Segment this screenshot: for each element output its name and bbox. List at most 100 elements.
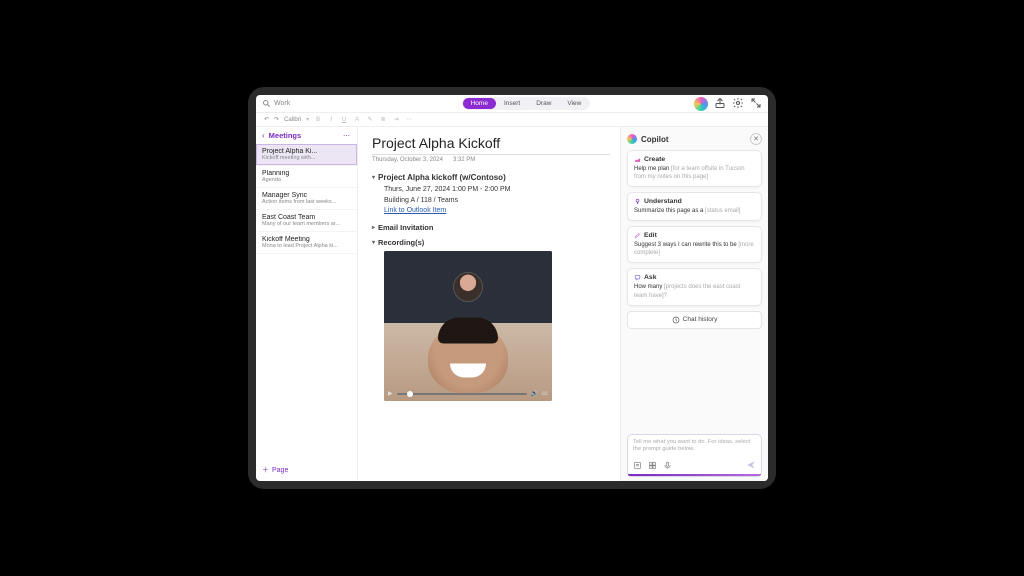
prompt-card-create[interactable]: Create Help me plan [for a team offsite … — [627, 150, 762, 187]
plus-icon: ＋ — [262, 465, 269, 475]
participant-face — [428, 323, 508, 393]
recording-tile-top — [384, 251, 552, 323]
page-item-sub: Many of our team members ar... — [262, 221, 351, 227]
playback-controls[interactable]: ▶ 🔊 cc — [388, 389, 548, 399]
underline-icon[interactable]: U — [340, 117, 348, 123]
redo-icon[interactable]: ↷ — [274, 116, 279, 123]
top-actions — [694, 97, 762, 111]
section-title[interactable]: Meetings — [269, 131, 302, 140]
search-box[interactable]: Work — [262, 99, 358, 108]
add-content-icon[interactable] — [648, 461, 657, 472]
font-picker[interactable]: Calibri — [284, 117, 301, 123]
meeting-when: Thurs, June 27, 2024 1:00 PM - 2:00 PM — [384, 185, 610, 196]
bullets-icon[interactable]: ≣ — [379, 116, 387, 123]
chevron-right-icon[interactable]: ▸ — [372, 224, 375, 231]
cc-icon[interactable]: cc — [542, 391, 548, 397]
card-text: Suggest 3 ways I can rewrite this to be — [634, 242, 738, 248]
recording-embed[interactable]: ▶ 🔊 cc — [384, 251, 552, 401]
card-head: Create — [644, 156, 665, 163]
seek-bar[interactable] — [397, 393, 527, 395]
more-format-icon[interactable]: ⋯ — [405, 116, 413, 123]
copilot-launch-icon[interactable] — [694, 97, 708, 111]
prompt-card-understand[interactable]: Understand Summarize this page as a [sta… — [627, 192, 762, 221]
mic-icon[interactable] — [663, 461, 672, 472]
participant-avatar — [453, 272, 483, 302]
note-canvas[interactable]: Project Alpha Kickoff Thursday, October … — [358, 127, 620, 481]
page-date: Thursday, October 3, 2024 — [372, 157, 443, 163]
fullscreen-icon[interactable] — [750, 97, 762, 109]
add-page-label: Page — [272, 467, 288, 474]
page-item-title: Planning — [262, 170, 351, 177]
prompt-card-ask[interactable]: Ask How many [projects does the east coa… — [627, 268, 762, 305]
settings-icon[interactable] — [732, 97, 744, 109]
font-color-icon[interactable]: A — [353, 117, 361, 123]
page-list: Project Alpha Ki... Kickoff meeting with… — [256, 144, 357, 459]
outlook-link[interactable]: Link to Outlook Item — [384, 207, 446, 214]
prompt-card-edit[interactable]: Edit Suggest 3 ways I can rewrite this t… — [627, 226, 762, 263]
page-item[interactable]: East Coast Team Many of our team members… — [256, 210, 357, 232]
tab-draw[interactable]: Draw — [528, 98, 559, 109]
page-item-title: Kickoff Meeting — [262, 236, 351, 243]
prompt-guide-icon[interactable] — [633, 461, 642, 472]
undo-icon[interactable]: ↶ — [264, 116, 269, 123]
send-icon[interactable] — [746, 460, 756, 472]
chevron-down-icon[interactable]: ▾ — [306, 116, 309, 123]
email-invitation-heading[interactable]: Email Invitation — [378, 223, 433, 232]
tab-view[interactable]: View — [559, 98, 589, 109]
page-item-sub: Mona to lead Project Alpha ki... — [262, 243, 351, 249]
add-page-button[interactable]: ＋ Page — [256, 459, 357, 481]
tablet-frame: Work Home Insert Draw View ↶ ↷ Calibri ▾… — [248, 87, 776, 489]
copilot-panel: Copilot ✕ Create Help me plan [for a tea… — [620, 127, 768, 481]
bold-icon[interactable]: B — [314, 117, 322, 123]
card-head: Edit — [644, 232, 657, 239]
ribbon-tabs: Home Insert Draw View — [462, 97, 591, 110]
page-item[interactable]: Planning Agenda — [256, 166, 357, 188]
topbar: Work Home Insert Draw View — [256, 95, 768, 113]
close-icon[interactable]: ✕ — [750, 133, 762, 145]
tab-insert[interactable]: Insert — [496, 98, 528, 109]
play-icon[interactable]: ▶ — [388, 390, 393, 397]
copilot-title: Copilot — [641, 135, 669, 144]
meeting-heading[interactable]: Project Alpha kickoff (w/Contoso) — [378, 173, 506, 182]
back-icon[interactable]: ‹ — [262, 131, 265, 140]
copilot-placeholder: Tell me what you want to do. For ideas, … — [633, 439, 756, 454]
volume-icon[interactable]: 🔊 — [531, 390, 538, 397]
page-time: 3:32 PM — [453, 157, 475, 163]
chevron-down-icon[interactable]: ▾ — [372, 174, 375, 181]
chat-history-label: Chat history — [683, 316, 718, 323]
recordings-heading[interactable]: Recording(s) — [378, 238, 424, 247]
page-item[interactable]: Manager Sync Action items from last week… — [256, 188, 357, 210]
notebook-sidebar: ‹ Meetings ⋯ Project Alpha Ki... Kickoff… — [256, 127, 358, 481]
search-placeholder: Work — [274, 100, 290, 107]
chat-history-button[interactable]: Chat history — [627, 311, 762, 329]
search-icon — [262, 99, 271, 108]
share-icon[interactable] — [714, 97, 726, 109]
tab-home[interactable]: Home — [463, 98, 496, 109]
page-item-sub: Action items from last weeks... — [262, 199, 351, 205]
copilot-input[interactable]: Tell me what you want to do. For ideas, … — [627, 434, 762, 477]
card-text: How many — [634, 284, 664, 290]
copilot-logo-icon — [627, 134, 637, 144]
page-item-title: East Coast Team — [262, 214, 351, 221]
page-item-sub: Agenda — [262, 177, 351, 183]
card-text: Help me plan — [634, 166, 671, 172]
app-screen: Work Home Insert Draw View ↶ ↷ Calibri ▾… — [256, 95, 768, 481]
card-text: Summarize this page as a — [634, 208, 705, 214]
card-head: Understand — [644, 198, 682, 205]
page-item[interactable]: Kickoff Meeting Mona to lead Project Alp… — [256, 232, 357, 254]
page-item-title: Project Alpha Ki... — [262, 148, 351, 155]
card-hint: [status email] — [705, 208, 740, 214]
page-item-title: Manager Sync — [262, 192, 351, 199]
page-title[interactable]: Project Alpha Kickoff — [372, 135, 610, 155]
format-toolbar: ↶ ↷ Calibri ▾ B I U A ✎ ≣ ⇥ ⋯ — [256, 113, 768, 127]
recording-tile-bottom: ▶ 🔊 cc — [384, 323, 552, 401]
card-head: Ask — [644, 274, 656, 281]
highlight-icon[interactable]: ✎ — [366, 116, 374, 123]
section-more-icon[interactable]: ⋯ — [343, 132, 351, 140]
italic-icon[interactable]: I — [327, 117, 335, 123]
page-meta: Thursday, October 3, 2024 3:32 PM — [372, 157, 610, 163]
indent-icon[interactable]: ⇥ — [392, 116, 400, 123]
page-item[interactable]: Project Alpha Ki... Kickoff meeting with… — [256, 144, 357, 166]
meeting-where: Building A / 118 / Teams — [384, 196, 610, 207]
chevron-down-icon[interactable]: ▾ — [372, 239, 375, 246]
